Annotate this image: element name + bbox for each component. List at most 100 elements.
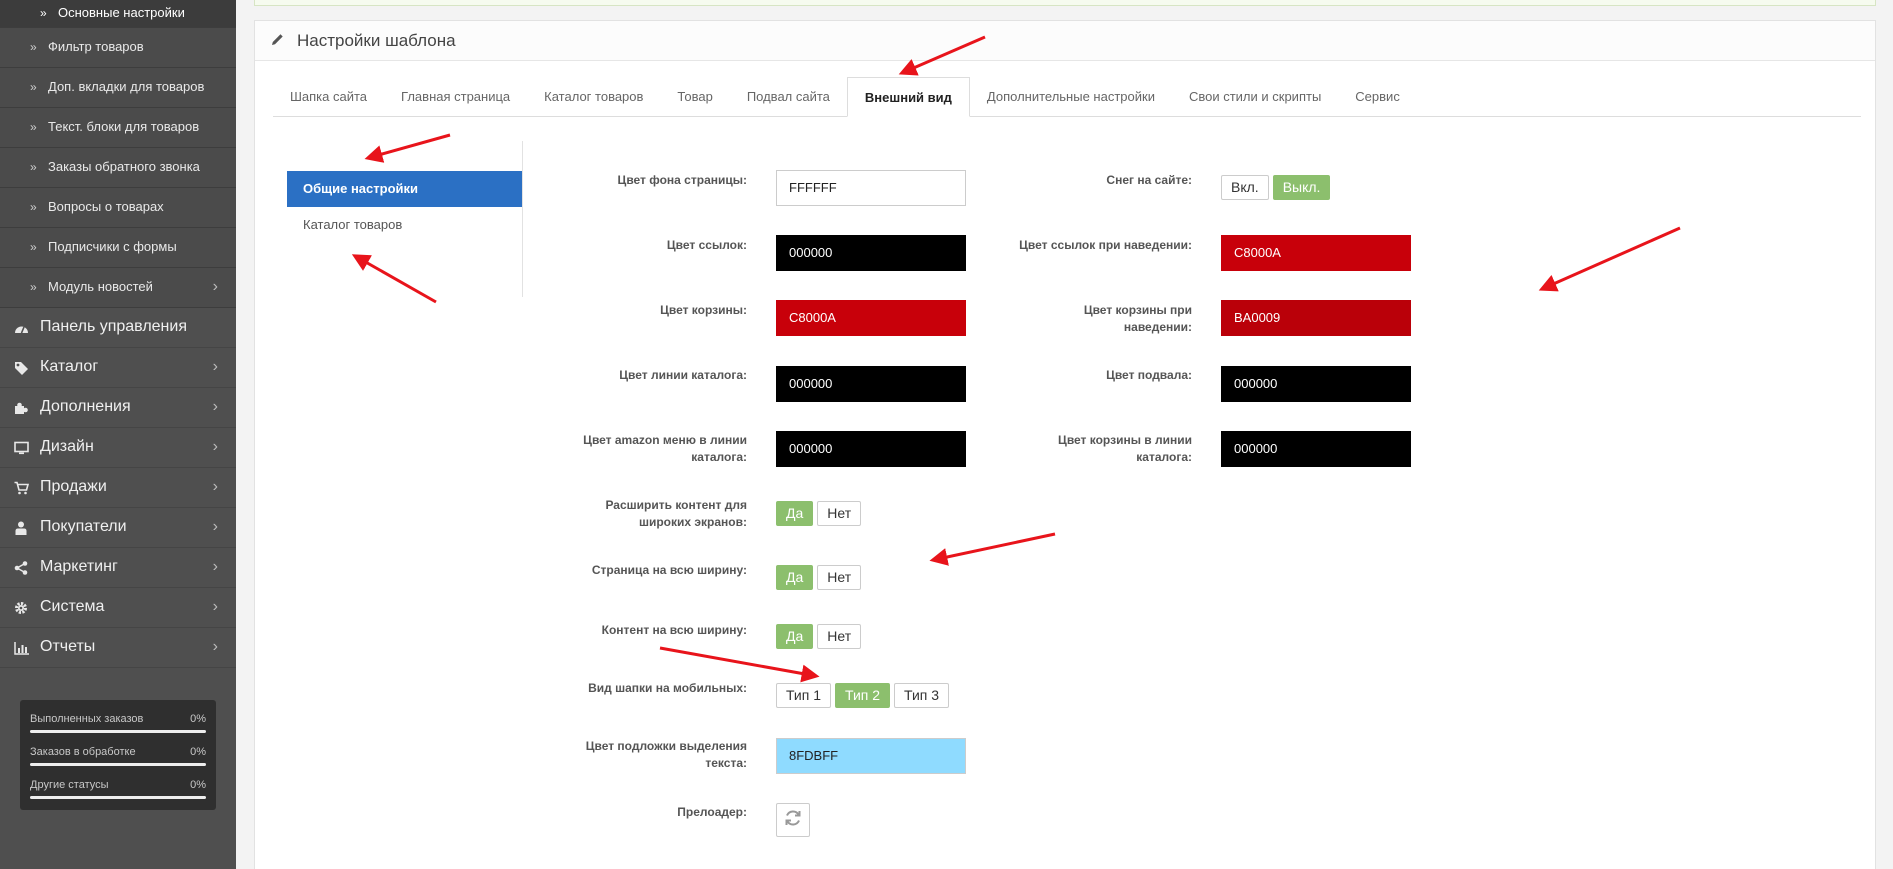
tab-header[interactable]: Шапка сайта xyxy=(273,77,384,117)
label-line: Цвет amazon меню в линии xyxy=(583,433,747,447)
mobile-header-type-label: Вид шапки на мобильных: xyxy=(588,681,747,695)
sidebar-sub-item-product-questions[interactable]: » Вопросы о товарах xyxy=(0,188,236,228)
puzzle-icon xyxy=(13,400,29,416)
sidebar-item-catalog[interactable]: Каталог › xyxy=(0,348,236,388)
sidebar-sub-item-form-subscribers[interactable]: » Подписчики с формы xyxy=(0,228,236,268)
chevron-right-icon: › xyxy=(212,558,218,575)
tab-additional[interactable]: Дополнительные настройки xyxy=(970,77,1172,117)
sidebar-item-customers[interactable]: Покупатели › xyxy=(0,508,236,548)
sidebar-sub-item-main-settings[interactable]: » Основные настройки xyxy=(0,0,236,28)
footer-color-input[interactable]: 000000 xyxy=(1221,366,1411,402)
sidebar-item-marketing[interactable]: Маркетинг › xyxy=(0,548,236,588)
sidebar-sub-item-extra-tabs[interactable]: » Доп. вкладки для товаров xyxy=(0,68,236,108)
cart-hover-color-input[interactable]: BA0009 xyxy=(1221,300,1411,336)
stat-value: 0% xyxy=(190,713,206,725)
chevron-right-icon: › xyxy=(212,398,218,415)
mobile-type-3-button[interactable]: Тип 3 xyxy=(894,683,950,708)
snow-off-button[interactable]: Выкл. xyxy=(1272,175,1331,200)
double-chevron-icon: » xyxy=(30,80,37,94)
page-bg-color-input[interactable]: FFFFFF xyxy=(776,170,966,206)
sidebar-item-label: Дополнения xyxy=(40,398,131,415)
sidebar-item-label: Панель управления xyxy=(40,318,187,335)
main-menu-list: Панель управления Каталог › Дополнения › Д… xyxy=(0,308,236,668)
bar-chart-icon xyxy=(13,640,29,656)
sidebar-item-reports[interactable]: Отчеты › xyxy=(0,628,236,668)
preloader-label: Прелоадер: xyxy=(677,805,747,819)
page-bg-label: Цвет фона страницы: xyxy=(617,173,747,187)
submenu-catalog[interactable]: Каталог товаров xyxy=(287,207,522,243)
sidebar-item-design[interactable]: Дизайн › xyxy=(0,428,236,468)
wide-content-yes-button[interactable]: Да xyxy=(776,501,814,526)
full-page-width-label: Страница на всю ширину: xyxy=(591,563,747,577)
sidebar-item-label: Покупатели xyxy=(40,518,127,535)
catalog-line-color-input[interactable]: 000000 xyxy=(776,366,966,402)
preloader-button[interactable] xyxy=(776,803,810,837)
wide-content-no-button[interactable]: Нет xyxy=(817,501,862,526)
chevron-right-icon: › xyxy=(212,638,218,655)
sidebar-item-extensions[interactable]: Дополнения › xyxy=(0,388,236,428)
sidebar-item-dashboard[interactable]: Панель управления xyxy=(0,308,236,348)
cart-color-input[interactable]: C8000A xyxy=(776,300,966,336)
footer-color-label: Цвет подвала: xyxy=(1106,368,1192,382)
settings-tabs: Шапка сайта Главная страница Каталог тов… xyxy=(273,77,1861,117)
label-line: Расширить контент для xyxy=(605,498,747,512)
amazon-menu-color-label: Цвет amazon меню в линии каталога: xyxy=(527,432,747,466)
links-hover-color-input[interactable]: C8000A xyxy=(1221,235,1411,271)
share-icon xyxy=(13,560,29,576)
sidebar-item-system[interactable]: Система › xyxy=(0,588,236,628)
full-page-no-button[interactable]: Нет xyxy=(817,565,862,590)
catalog-cart-color-input[interactable]: 000000 xyxy=(1221,431,1411,467)
stat-label: Заказов в обработке xyxy=(30,746,136,758)
tab-service[interactable]: Сервис xyxy=(1338,77,1417,117)
tab-appearance[interactable]: Внешний вид xyxy=(846,77,970,117)
alert-strip xyxy=(254,0,1876,6)
stat-progress-bar xyxy=(30,763,206,766)
full-content-yes-button[interactable]: Да xyxy=(776,624,814,649)
sidebar-sub-item-news-module[interactable]: » Модуль новостей › xyxy=(0,268,236,308)
sidebar-sub-item-label: Вопросы о товарах xyxy=(48,199,164,214)
full-content-width-toggle: Да Нет xyxy=(776,624,862,649)
label-line: Цвет подложки выделения xyxy=(585,739,747,753)
stat-value: 0% xyxy=(190,779,206,791)
tab-catalog[interactable]: Каталог товаров xyxy=(527,77,660,117)
panel-heading: Настройки шаблона xyxy=(255,21,1875,61)
sidebar-sub-item-product-filter[interactable]: » Фильтр товаров xyxy=(0,28,236,68)
sidebar-sub-item-label: Подписчики с формы xyxy=(48,239,177,254)
amazon-menu-color-input[interactable]: 000000 xyxy=(776,431,966,467)
mobile-type-2-button[interactable]: Тип 2 xyxy=(835,683,891,708)
snow-on-button[interactable]: Вкл. xyxy=(1221,175,1269,200)
label-line: каталога: xyxy=(1136,450,1192,464)
label-line: широких экранов: xyxy=(638,515,747,529)
label-line: текста: xyxy=(705,756,747,770)
catalog-line-color-label: Цвет линии каталога: xyxy=(619,368,747,382)
stat-completed-orders: Выполненных заказов 0% xyxy=(30,710,206,743)
double-chevron-icon: » xyxy=(30,280,37,294)
mobile-type-1-button[interactable]: Тип 1 xyxy=(776,683,832,708)
refresh-icon xyxy=(783,808,803,833)
stat-value: 0% xyxy=(190,746,206,758)
tab-custom-styles[interactable]: Свои стили и скрипты xyxy=(1172,77,1338,117)
full-content-no-button[interactable]: Нет xyxy=(817,624,862,649)
submenu-list: » Основные настройки » Фильтр товаров » Доп… xyxy=(0,0,236,308)
links-hover-color-label: Цвет ссылок при наведении: xyxy=(1019,238,1192,252)
tab-home[interactable]: Главная страница xyxy=(384,77,527,117)
sidebar-sub-item-text-blocks[interactable]: » Текст. блоки для товаров xyxy=(0,108,236,148)
sidebar-item-label: Продажи xyxy=(40,478,107,495)
full-page-width-toggle: Да Нет xyxy=(776,565,862,590)
pencil-icon xyxy=(271,33,287,49)
double-chevron-icon: » xyxy=(30,200,37,214)
wide-content-toggle: Да Нет xyxy=(776,501,862,526)
full-page-yes-button[interactable]: Да xyxy=(776,565,814,590)
selection-bg-color-input[interactable]: 8FDBFF xyxy=(776,738,966,774)
sidebar-item-sales[interactable]: Продажи › xyxy=(0,468,236,508)
tab-footer[interactable]: Подвал сайта xyxy=(730,77,847,117)
appearance-submenu: Общие настройки Каталог товаров xyxy=(287,141,523,297)
links-color-input[interactable]: 000000 xyxy=(776,235,966,271)
stat-progress-bar xyxy=(30,730,206,733)
sidebar-sub-item-label: Доп. вкладки для товаров xyxy=(48,79,205,94)
double-chevron-icon: » xyxy=(30,160,37,174)
sidebar-sub-item-callback-orders[interactable]: » Заказы обратного звонка xyxy=(0,148,236,188)
chevron-right-icon: › xyxy=(212,478,218,495)
tab-product[interactable]: Товар xyxy=(660,77,729,117)
submenu-general-settings[interactable]: Общие настройки xyxy=(287,171,522,207)
